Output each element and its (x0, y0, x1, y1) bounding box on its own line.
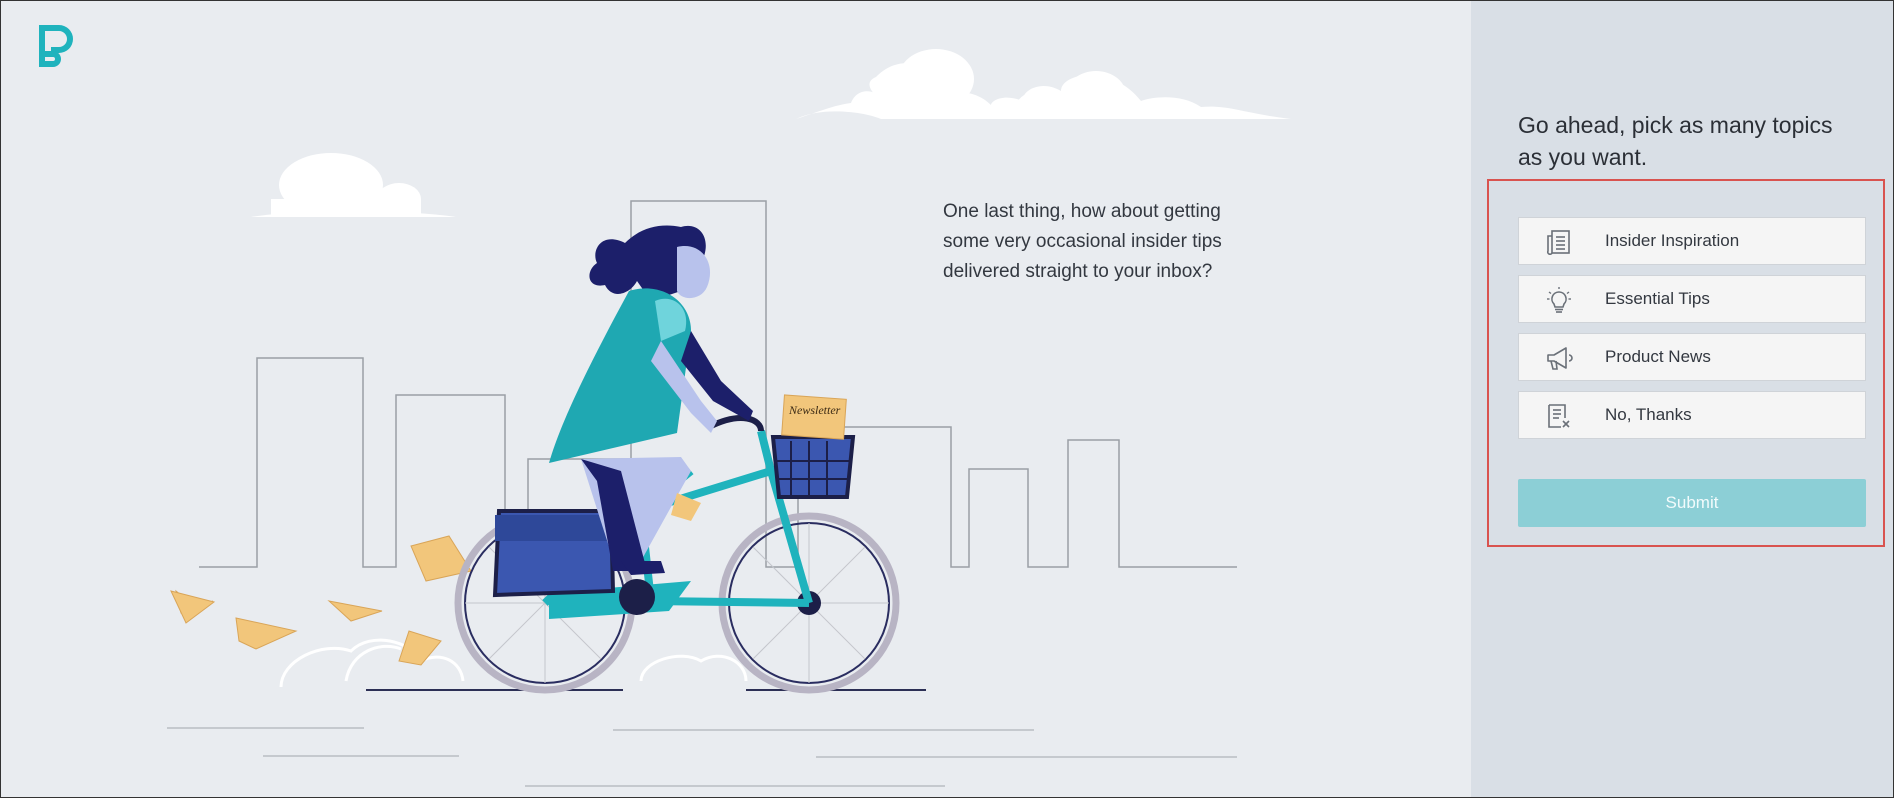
topic-no-thanks[interactable]: No, Thanks (1518, 391, 1866, 439)
panel-heading-line-1: Go ahead, pick as many topics (1518, 112, 1833, 138)
dust-clouds (279, 638, 748, 688)
page: Newsletter One last thing, how about get… (0, 0, 1894, 798)
flying-letters (170, 535, 472, 666)
newspaper-icon (1546, 230, 1570, 256)
lightbulb-icon (1547, 287, 1571, 313)
brand-logo-icon[interactable] (33, 21, 77, 71)
topics-panel: Go ahead, pick as many topics as you wan… (1471, 1, 1893, 797)
intro-message: One last thing, how about getting some v… (943, 197, 1283, 287)
cloud-left (251, 153, 456, 217)
submit-button[interactable]: Submit (1518, 479, 1866, 527)
panel-heading-line-2: as you want. (1518, 144, 1648, 170)
megaphone-icon (1547, 347, 1573, 370)
panel-heading: Go ahead, pick as many topics as you wan… (1518, 109, 1858, 173)
intro-line-3: delivered straight to your inbox? (943, 261, 1213, 282)
cloud-top (796, 49, 1291, 119)
bicycle-illustration: Newsletter (167, 49, 1291, 787)
intro-line-1: One last thing, how about getting (943, 201, 1221, 222)
topic-product-news[interactable]: Product News (1518, 333, 1866, 381)
topic-insider-inspiration[interactable]: Insider Inspiration (1518, 217, 1866, 265)
topic-label: Essential Tips (1605, 289, 1710, 308)
intro-line-2: some very occasional insider tips (943, 231, 1222, 252)
bicycle: Newsletter (454, 394, 900, 694)
document-x-icon (1548, 404, 1570, 428)
topic-essential-tips[interactable]: Essential Tips (1518, 275, 1866, 323)
topic-label: Insider Inspiration (1605, 231, 1740, 250)
topic-label: Product News (1605, 347, 1711, 366)
newspaper-text: Newsletter (788, 403, 841, 417)
ground-lines (167, 689, 1237, 787)
topic-label: No, Thanks (1605, 405, 1692, 424)
